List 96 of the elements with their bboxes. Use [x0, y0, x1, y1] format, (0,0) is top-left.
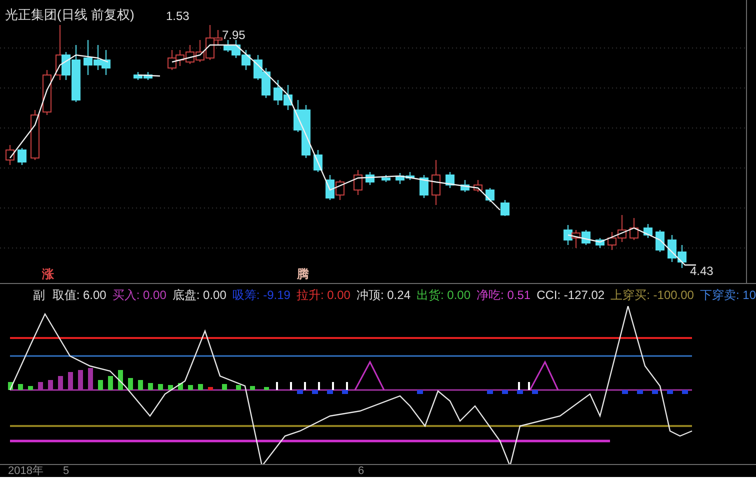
candlestick	[262, 68, 270, 98]
signal-marker: 涨	[42, 268, 54, 280]
histogram-bar	[58, 376, 63, 390]
candlestick	[336, 180, 344, 200]
indicator-reading: 上穿买: -100.00	[610, 287, 694, 304]
axis-label: 5	[63, 466, 70, 477]
candlestick	[382, 174, 390, 182]
candlestick	[18, 148, 26, 166]
histogram-bar	[158, 384, 163, 390]
histogram-bar	[652, 390, 658, 394]
indicator-name: 副	[33, 287, 46, 304]
histogram-bar	[236, 385, 241, 390]
candlestick	[572, 230, 580, 248]
candlestick	[366, 172, 374, 186]
candlestick	[102, 50, 110, 76]
candlestick	[406, 172, 414, 180]
histogram-bar	[682, 390, 688, 394]
candlestick	[284, 84, 292, 110]
histogram-bar	[198, 384, 203, 390]
candlestick	[432, 160, 440, 206]
histogram-bar	[88, 368, 93, 390]
candlestick	[630, 218, 638, 240]
histogram-bar	[222, 384, 227, 390]
candlestick	[564, 224, 572, 246]
candlestick	[84, 40, 92, 76]
candlestick	[446, 172, 454, 188]
histogram-bar	[188, 385, 193, 390]
histogram-bar	[637, 390, 643, 394]
candlestick	[254, 54, 262, 80]
histogram-bar	[208, 387, 213, 390]
candlestick	[6, 144, 14, 166]
candlestick	[30, 110, 40, 160]
histogram-bar	[128, 378, 133, 390]
high-price-label: 7.95	[222, 27, 246, 44]
signal-marker: 腾	[297, 268, 309, 280]
price-reading: 1.53	[166, 8, 190, 25]
histogram-bar	[18, 384, 23, 390]
candlestick	[474, 180, 482, 192]
indicator-reading: 下穿卖: 10	[700, 287, 756, 304]
moving-average-line	[138, 74, 160, 77]
histogram-bar	[532, 390, 538, 394]
candlestick	[168, 50, 176, 70]
candlestick	[242, 50, 250, 70]
histogram-bar	[622, 390, 628, 394]
indicator-reading: 拉升: 0.00	[296, 287, 350, 304]
candlestick	[186, 44, 194, 64]
histogram-bar	[148, 383, 153, 390]
low-price-label: 4.43	[690, 263, 714, 280]
candlestick	[274, 80, 282, 106]
peak-marker	[529, 360, 559, 390]
candlestick	[644, 224, 652, 238]
candlestick	[42, 70, 52, 116]
histogram-bar	[417, 390, 423, 394]
histogram-bar	[168, 385, 173, 390]
candlestick	[314, 150, 322, 172]
indicator-reading: 买入: 0.00	[112, 287, 166, 304]
axis-label: 6	[358, 466, 364, 477]
histogram-bar	[264, 387, 269, 390]
histogram-bar	[28, 386, 33, 390]
histogram-bar	[487, 390, 493, 394]
indicator-reading: 出货: 0.00	[416, 287, 471, 304]
histogram-bar	[78, 370, 83, 390]
histogram-bar	[48, 380, 53, 390]
indicator-reading: 取值: 6.00	[52, 287, 106, 304]
candlestick	[668, 234, 676, 262]
histogram-bar	[250, 386, 255, 390]
histogram-bar	[38, 382, 43, 390]
candlestick	[396, 172, 404, 184]
indicator-reading: 吸筹: -9.19	[232, 287, 290, 304]
indicator-reading: 底盘: 0.00	[172, 287, 226, 304]
peak-marker	[354, 360, 385, 390]
histogram-bar	[68, 372, 73, 390]
candlestick	[176, 50, 184, 66]
candlestick	[656, 230, 664, 252]
indicator-reading: 净吃: 0.51	[476, 287, 531, 304]
histogram-bar	[502, 390, 508, 394]
histogram-bar	[98, 380, 103, 390]
axis-label: 2018年	[8, 466, 44, 477]
candlestick	[94, 44, 102, 70]
candlestick	[460, 180, 470, 192]
candlestick	[678, 244, 686, 268]
candlestick	[596, 238, 604, 248]
candlestick	[420, 174, 428, 198]
indicator-reading: CCI: -127.02	[536, 287, 605, 304]
chart-title: 光正集团(日线 前复权)	[5, 6, 134, 24]
histogram-bar	[8, 382, 13, 390]
candlestick	[500, 200, 510, 216]
histogram-bar	[118, 370, 123, 390]
candlestick	[354, 170, 362, 196]
indicator-reading: 冲顶: 0.24	[356, 287, 410, 304]
histogram-bar	[108, 376, 113, 390]
candlestick	[582, 230, 590, 246]
candlestick	[486, 188, 494, 202]
histogram-bar	[667, 390, 673, 394]
histogram-bar	[178, 383, 183, 390]
histogram-bar	[138, 380, 143, 390]
